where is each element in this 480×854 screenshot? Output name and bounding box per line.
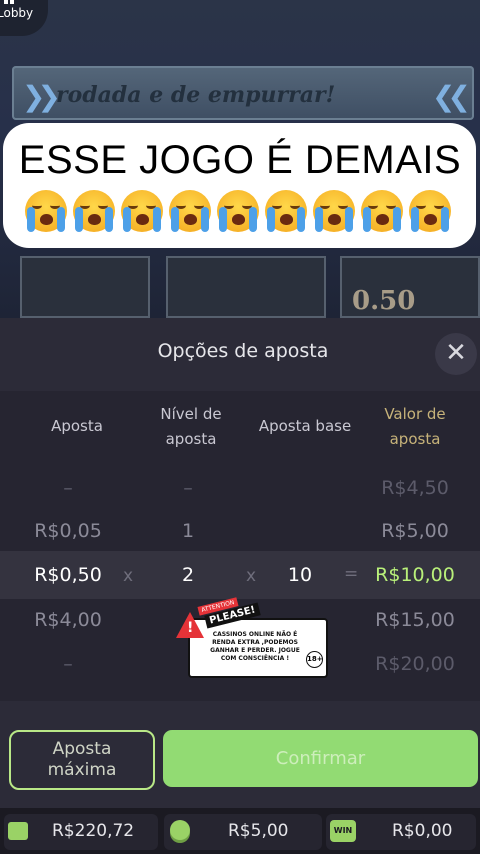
header-level-line2: aposta [165, 430, 217, 448]
loudly-crying-face-icon [361, 190, 403, 232]
max-bet-button[interactable]: Aposta máxima [9, 730, 155, 790]
equals-symbol: = [344, 564, 359, 584]
loudly-crying-face-icon [25, 190, 67, 232]
level-cell[interactable]: 1 [148, 520, 228, 542]
total-cell[interactable]: R$15,00 [362, 609, 468, 631]
loudly-crying-face-icon [313, 190, 355, 232]
bet-cell[interactable]: – [30, 477, 106, 499]
loudly-crying-face-icon [121, 190, 163, 232]
header-total-line1: Valor de [384, 405, 446, 423]
loudly-crying-face-icon [265, 190, 307, 232]
reel-symbol-value: 0.50 [352, 286, 416, 316]
times-symbol: x [246, 566, 257, 586]
panel-title: Opções de aposta [157, 340, 329, 362]
total-cell[interactable]: R$4,50 [362, 477, 468, 499]
emoji-row [25, 190, 465, 240]
chevron-right-icon: ❯❯ [22, 80, 61, 113]
warning-mark: ! [187, 620, 194, 636]
header-base: Aposta base [258, 417, 352, 435]
reel [166, 256, 326, 318]
times-symbol: x [123, 566, 134, 586]
age-18-badge: 18+ [306, 651, 323, 668]
close-button[interactable]: ✕ [435, 333, 477, 375]
base-cell-selected: 10 [287, 564, 313, 586]
bet-value: R$5,00 [228, 821, 289, 841]
caption-title: ESSE JOGO É DEMAIS [18, 138, 462, 182]
bet-cell-selected[interactable]: R$0,50 [24, 564, 112, 586]
close-icon: ✕ [445, 338, 467, 368]
lobby-label: Lobby [0, 6, 34, 20]
pause-icon [4, 0, 14, 4]
max-bet-label-line2: máxima [47, 760, 117, 780]
wallet-icon [8, 822, 28, 840]
reel [20, 256, 150, 318]
bet-cell[interactable]: R$4,00 [24, 609, 112, 631]
banner-text: rodada e de empurrar! [56, 82, 336, 108]
loudly-crying-face-icon [73, 190, 115, 232]
coins-icon [170, 820, 190, 840]
notice-text: CASSINOS ONLINE NÃO É RENDA EXTRA ,PODEM… [210, 631, 300, 662]
header-bet: Aposta [51, 417, 103, 435]
max-bet-label-line1: Aposta [52, 739, 112, 759]
confirm-button[interactable]: Confirmar [163, 730, 478, 787]
loudly-crying-face-icon [217, 190, 259, 232]
level-cell-selected[interactable]: 2 [148, 564, 228, 586]
total-cell[interactable]: R$5,00 [362, 520, 468, 542]
win-icon: WIN [330, 820, 356, 842]
win-value: R$0,00 [392, 821, 453, 841]
balance-value: R$220,72 [52, 821, 135, 841]
total-cell-selected[interactable]: R$10,00 [362, 564, 468, 586]
loudly-crying-face-icon [169, 190, 211, 232]
bet-cell[interactable]: R$0,05 [24, 520, 112, 542]
header-level-line1: Nível de [160, 405, 222, 423]
header-total-line2: aposta [389, 430, 441, 448]
chevron-left-icon: ❮❮ [432, 80, 471, 113]
total-cell[interactable]: R$20,00 [362, 653, 468, 675]
bet-cell[interactable]: – [30, 653, 106, 675]
loudly-crying-face-icon [409, 190, 451, 232]
level-cell[interactable]: – [148, 477, 228, 499]
